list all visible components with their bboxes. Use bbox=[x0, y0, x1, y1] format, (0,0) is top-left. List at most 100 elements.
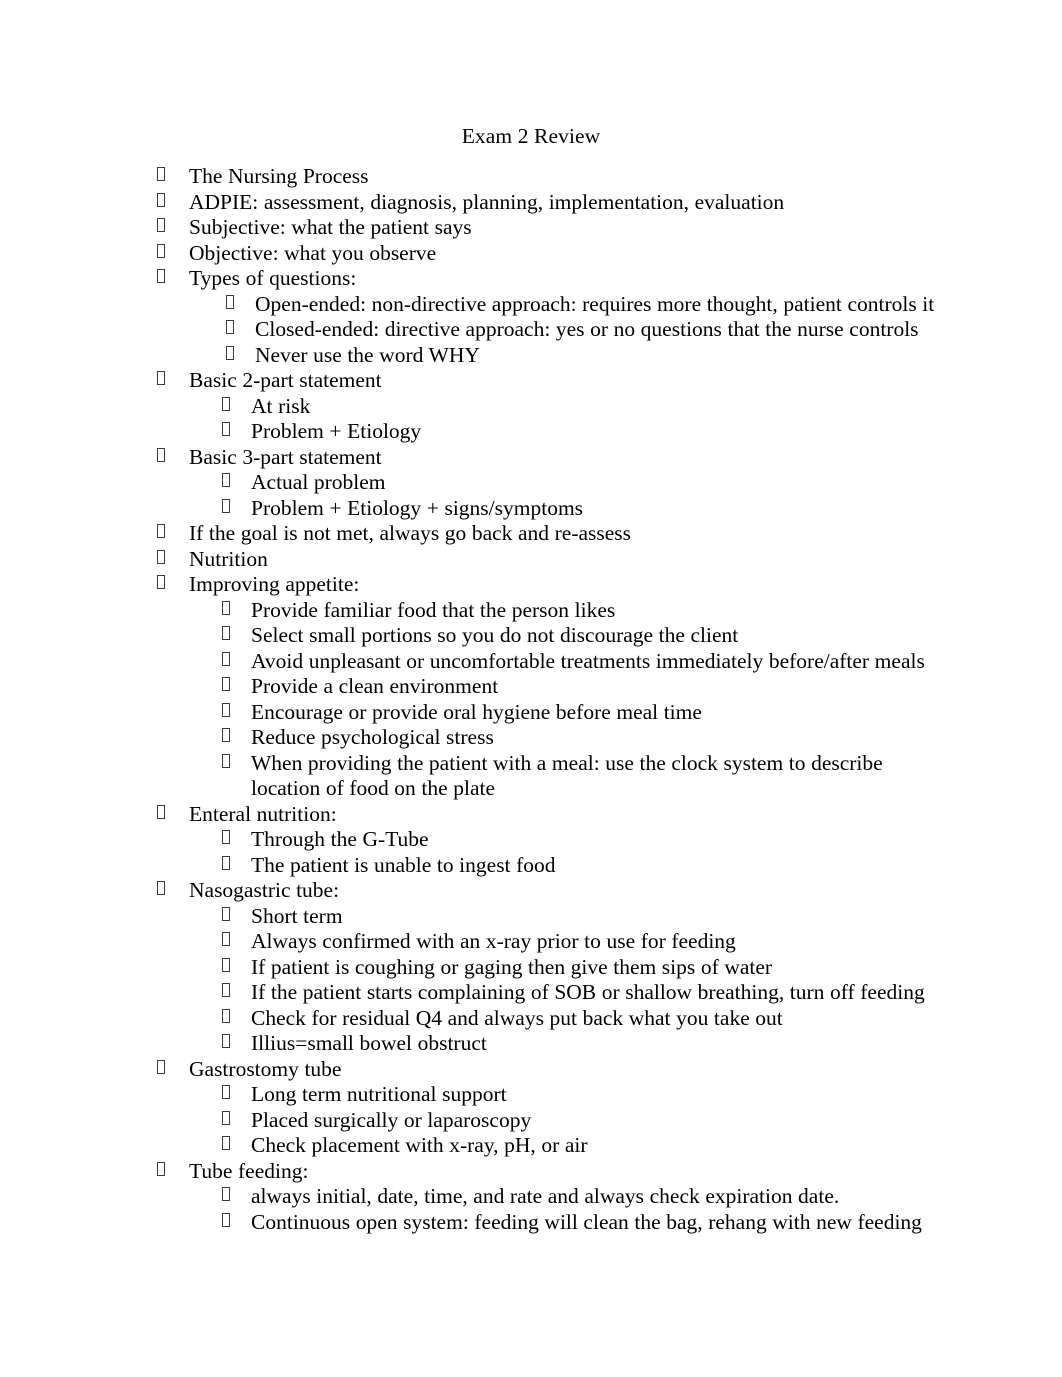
outline-item-label: Select small portions so you do not disc… bbox=[251, 623, 739, 647]
missing-glyph-box-bullet-icon bbox=[222, 702, 230, 717]
outline-item: ADPIE: assessment, diagnosis, planning, … bbox=[0, 190, 1062, 216]
missing-glyph-box-bullet-icon bbox=[157, 881, 165, 895]
outline-item: Problem + Etiology bbox=[0, 419, 1062, 445]
missing-glyph-box-bullet-icon bbox=[222, 422, 230, 436]
outline-item-label: Short term bbox=[251, 903, 343, 928]
outline-item-label: Objective: what you observe bbox=[189, 240, 437, 265]
outline-item-label: Actual problem bbox=[251, 470, 386, 494]
outline-item: The Nursing Process bbox=[0, 164, 1062, 190]
missing-glyph-box-bullet-icon bbox=[157, 371, 165, 385]
missing-glyph-box-bullet-icon bbox=[222, 600, 230, 615]
missing-glyph-box-bullet-icon bbox=[157, 192, 165, 207]
outline-item-label: Nutrition bbox=[189, 546, 268, 571]
outline-item-label: Encourage or provide oral hygiene before… bbox=[251, 699, 702, 724]
missing-glyph-box-bullet-icon bbox=[157, 575, 165, 589]
outline-item: Never use the word WHY bbox=[0, 343, 1062, 369]
outline-item-label: Through the G-Tube bbox=[251, 827, 429, 851]
missing-glyph-box-bullet-icon bbox=[222, 498, 230, 513]
outline-item: Types of questions: bbox=[0, 266, 1062, 292]
outline-item-label: ADPIE: assessment, diagnosis, planning, … bbox=[189, 189, 785, 214]
outline-item: Nasogastric tube: bbox=[0, 878, 1062, 904]
missing-glyph-box-bullet-icon bbox=[226, 294, 234, 309]
outline-item: Enteral nutrition: bbox=[0, 802, 1062, 828]
outline-item-label: The patient is unable to ingest food bbox=[251, 852, 556, 877]
outline-item: Subjective: what the patient says bbox=[0, 215, 1062, 241]
outline-item: Encourage or provide oral hygiene before… bbox=[0, 700, 1062, 726]
missing-glyph-box-bullet-icon bbox=[157, 447, 165, 462]
outline-list: The Nursing Process ADPIE: assessment, di… bbox=[0, 164, 1062, 1235]
outline-item: Actual problem bbox=[0, 470, 1062, 496]
outline-item-label: The Nursing Process bbox=[189, 164, 369, 188]
missing-glyph-box-bullet-icon bbox=[157, 1161, 165, 1176]
outline-item: Placed surgically or laparoscopy bbox=[0, 1108, 1062, 1134]
missing-glyph-box-bullet-icon bbox=[222, 1110, 230, 1125]
missing-glyph-box-bullet-icon bbox=[222, 1034, 230, 1048]
outline-item-label: If the patient starts complaining of SOB… bbox=[251, 980, 925, 1004]
outline-item: Check placement with x-ray, pH, or air bbox=[0, 1133, 1062, 1159]
outline-item: At risk bbox=[0, 394, 1062, 420]
outline-item: If patient is coughing or gaging then gi… bbox=[0, 955, 1062, 981]
missing-glyph-box-bullet-icon bbox=[157, 269, 165, 283]
outline-item-label: Basic 3-part statement bbox=[189, 444, 382, 469]
missing-glyph-box-bullet-icon bbox=[222, 651, 230, 666]
outline-item-label: Provide a clean environment bbox=[251, 674, 499, 698]
missing-glyph-box-bullet-icon bbox=[222, 1187, 230, 1201]
missing-glyph-box-bullet-icon bbox=[157, 167, 165, 181]
outline-item: Improving appetite: bbox=[0, 572, 1062, 598]
outline-item-label: Closed-ended: directive approach: yes or… bbox=[255, 317, 919, 341]
outline-item: Basic 2-part statement bbox=[0, 368, 1062, 394]
page-title: Exam 2 Review bbox=[461, 124, 601, 148]
missing-glyph-box-bullet-icon bbox=[157, 804, 165, 819]
missing-glyph-box-bullet-icon bbox=[226, 320, 234, 334]
missing-glyph-box-bullet-icon bbox=[222, 1085, 230, 1099]
outline-item-label: Types of questions: bbox=[189, 266, 357, 290]
missing-glyph-box-bullet-icon bbox=[222, 983, 230, 997]
outline-item: always initial, date, time, and rate and… bbox=[0, 1184, 1062, 1210]
outline-item: Illius=small bowel obstruct bbox=[0, 1031, 1062, 1057]
outline-item-label: Placed surgically or laparoscopy bbox=[251, 1107, 532, 1132]
missing-glyph-box-bullet-icon bbox=[157, 218, 165, 232]
document-page: Exam 2 Review The Nursing Process ADPIE: … bbox=[0, 0, 1062, 1377]
missing-glyph-box-bullet-icon bbox=[222, 1008, 230, 1023]
outline-item-label: Subjective: what the patient says bbox=[189, 215, 472, 239]
outline-item-label: Nasogastric tube: bbox=[189, 878, 340, 902]
outline-item: Long term nutritional support bbox=[0, 1082, 1062, 1108]
outline-item: Check for residual Q4 and always put bac… bbox=[0, 1006, 1062, 1032]
missing-glyph-box-bullet-icon bbox=[222, 932, 230, 946]
missing-glyph-box-bullet-icon bbox=[222, 396, 230, 411]
outline-item-label: Never use the word WHY bbox=[255, 342, 480, 367]
outline-item-label: Long term nutritional support bbox=[251, 1082, 507, 1106]
outline-item: When providing the patient with a meal: … bbox=[0, 751, 1062, 802]
missing-glyph-box-bullet-icon bbox=[157, 243, 165, 258]
outline-item-label: Problem + Etiology + signs/symptoms bbox=[251, 495, 584, 520]
missing-glyph-box-bullet-icon bbox=[226, 345, 234, 360]
missing-glyph-box-bullet-icon bbox=[222, 1212, 230, 1227]
outline-item-label: Gastrostomy tube bbox=[189, 1056, 342, 1081]
outline-item: Provide familiar food that the person li… bbox=[0, 598, 1062, 624]
outline-item-label: always initial, date, time, and rate and… bbox=[251, 1184, 840, 1208]
outline-item: Short term bbox=[0, 904, 1062, 930]
missing-glyph-box-bullet-icon bbox=[222, 728, 230, 742]
outline-item-label: Avoid unpleasant or uncomfortable treatm… bbox=[251, 648, 925, 673]
outline-item: The patient is unable to ingest food bbox=[0, 853, 1062, 879]
outline-item: Objective: what you observe bbox=[0, 241, 1062, 267]
outline-item-label: Enteral nutrition: bbox=[189, 801, 337, 826]
outline-item: Nutrition bbox=[0, 547, 1062, 573]
missing-glyph-box-bullet-icon bbox=[222, 473, 230, 487]
outline-item-label: If patient is coughing or gaging then gi… bbox=[251, 954, 773, 979]
outline-item-label: Basic 2-part statement bbox=[189, 368, 382, 392]
outline-item: Avoid unpleasant or uncomfortable treatm… bbox=[0, 649, 1062, 675]
outline-item-label: When providing the patient with a meal: … bbox=[251, 750, 883, 801]
outline-item: Closed-ended: directive approach: yes or… bbox=[0, 317, 1062, 343]
outline-item-label: Improving appetite: bbox=[189, 572, 360, 596]
outline-item: Open-ended: non-directive approach: requ… bbox=[0, 292, 1062, 318]
outline-item-label: Problem + Etiology bbox=[251, 419, 422, 443]
missing-glyph-box-bullet-icon bbox=[222, 626, 230, 640]
outline-item: Always confirmed with an x-ray prior to … bbox=[0, 929, 1062, 955]
missing-glyph-box-bullet-icon bbox=[157, 524, 165, 538]
missing-glyph-box-bullet-icon bbox=[157, 549, 165, 564]
outline-item: Gastrostomy tube bbox=[0, 1057, 1062, 1083]
missing-glyph-box-bullet-icon bbox=[222, 677, 230, 691]
outline-item-label: Provide familiar food that the person li… bbox=[251, 597, 616, 622]
missing-glyph-box-bullet-icon bbox=[222, 1136, 230, 1150]
